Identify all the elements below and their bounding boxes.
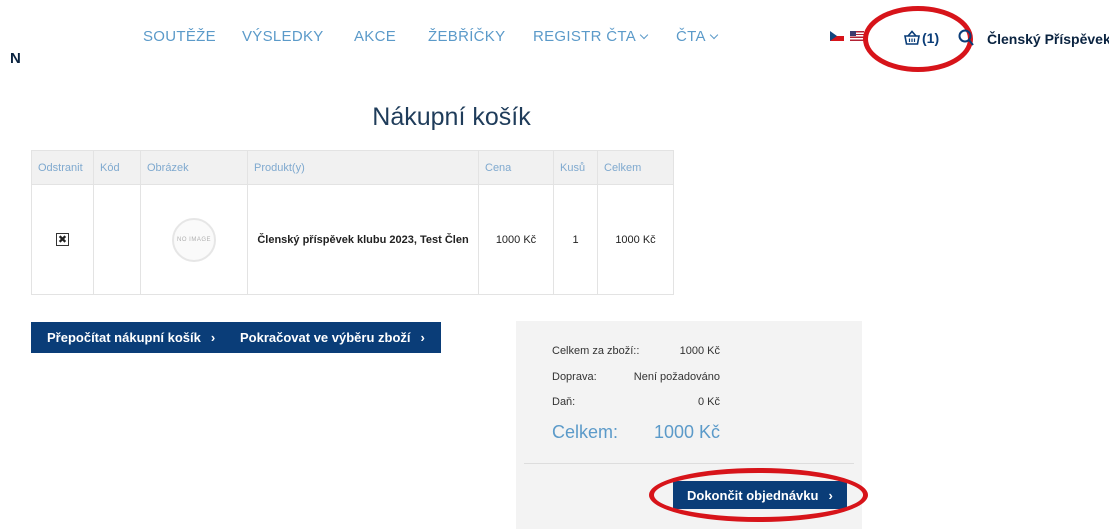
col-header-image: Obrázek [140, 150, 248, 185]
cart-count: (1) [922, 30, 940, 46]
czech-flag-icon[interactable] [830, 31, 844, 41]
nav-item-registr-cta[interactable]: REGISTR ČTA [533, 28, 649, 45]
chevron-right-icon: › [828, 487, 833, 503]
member-fee-link[interactable]: Členský Příspěvek [987, 31, 1109, 47]
col-header-qty: Kusů [553, 150, 598, 185]
us-flag-icon[interactable] [850, 31, 864, 41]
remove-cell: ✖ [31, 184, 94, 295]
cart-link[interactable]: (1) [903, 30, 939, 46]
col-header-remove: Odstranit [31, 150, 94, 185]
chevron-right-icon: › [420, 330, 425, 345]
product-name: Členský příspěvek klubu 2023, Test Člen [247, 184, 479, 295]
image-cell: NO IMAGE [140, 184, 248, 295]
chevron-down-icon [639, 30, 649, 40]
no-image-placeholder: NO IMAGE [172, 217, 216, 262]
finish-order-button[interactable]: Dokončit objednávku › [673, 481, 847, 509]
remove-checkbox[interactable]: ✖ [56, 233, 69, 246]
site-logo[interactable]: N [10, 50, 21, 67]
chevron-down-icon [709, 30, 719, 40]
chevron-right-icon: › [210, 330, 216, 345]
qty-cell: 1 [553, 184, 598, 295]
page-title: Nákupní košík [372, 103, 531, 131]
table-row: ✖ NO IMAGE Členský příspěvek klubu 2023,… [31, 184, 674, 295]
summary-total: Celkem: 1000 Kč [552, 422, 720, 442]
summary-subtotal: Celkem za zboží:: 1000 Kč [552, 345, 720, 357]
summary-divider [524, 463, 854, 464]
price-cell: 1000 Kč [478, 184, 554, 295]
code-cell [93, 184, 141, 295]
summary-shipping: Doprava: Není požadováno [552, 371, 720, 383]
basket-icon [904, 30, 920, 45]
nav-item-vysledky[interactable]: VÝSLEDKY [242, 28, 324, 45]
nav-item-souteze[interactable]: SOUTĚŽE [143, 28, 216, 45]
summary-tax: Daň: 0 Kč [552, 396, 720, 408]
recalculate-cart-button[interactable]: Přepočítat nákupní košík › [31, 322, 232, 353]
total-cell: 1000 Kč [597, 184, 674, 295]
continue-shopping-button[interactable]: Pokračovat ve výběru zboží › [224, 322, 441, 353]
search-icon[interactable] [957, 29, 975, 47]
nav-item-cta[interactable]: ČTA [676, 28, 719, 45]
table-header-row: Odstranit Kód Obrázek Produkt(y) Cena Ku… [31, 150, 674, 185]
cart-table: Odstranit Kód Obrázek Produkt(y) Cena Ku… [31, 150, 674, 295]
col-header-product: Produkt(y) [247, 150, 479, 185]
col-header-price: Cena [478, 150, 554, 185]
nav-item-akce[interactable]: AKCE [354, 28, 396, 45]
nav-item-zebricky[interactable]: ŽEBŘÍČKY [428, 28, 505, 45]
col-header-total: Celkem [597, 150, 674, 185]
col-header-code: Kód [93, 150, 141, 185]
